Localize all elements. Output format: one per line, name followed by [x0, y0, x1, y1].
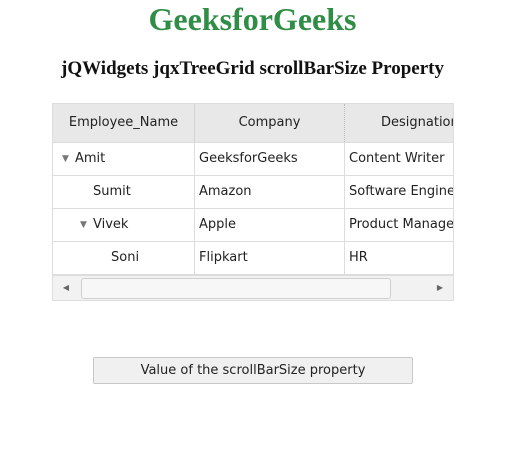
cell-company: Amazon — [195, 176, 345, 208]
cell-designation: HR — [349, 250, 368, 265]
tree-grid[interactable]: Employee_Name Company Designation ▼ Amit… — [52, 103, 454, 301]
page-title: GeeksforGeeks — [148, 1, 357, 37]
cell-employee-name: Sumit — [53, 176, 195, 208]
employee-name: Amit — [75, 151, 106, 166]
table-row[interactable]: ▼ Amit GeeksforGeeks Content Writer — [53, 143, 453, 176]
horizontal-scrollbar[interactable]: ◀ ▶ — [53, 275, 453, 300]
grid-header: Employee_Name Company Designation — [53, 104, 453, 143]
column-header-company[interactable]: Company — [195, 104, 345, 142]
triangle-left-icon[interactable]: ◀ — [55, 276, 77, 300]
table-row[interactable]: Soni Flipkart HR — [53, 242, 453, 275]
employee-name: Soni — [111, 250, 140, 265]
employee-name: Vivek — [93, 217, 129, 232]
employee-name: Sumit — [93, 184, 131, 199]
cell-company: Flipkart — [195, 242, 345, 274]
triangle-right-icon[interactable]: ▶ — [429, 276, 451, 300]
cell-designation: Product Manager — [349, 217, 453, 232]
cell-employee-name: ▼ Amit — [53, 143, 195, 175]
cell-designation: Content Writer — [349, 151, 445, 166]
cell-company: Apple — [195, 209, 345, 241]
column-header-designation[interactable]: Designation — [345, 104, 453, 142]
cell-company: GeeksforGeeks — [195, 143, 345, 175]
expand-toggle-icon[interactable]: ▼ — [80, 209, 87, 241]
expand-toggle-icon[interactable]: ▼ — [62, 143, 69, 175]
cell-designation: Software Engineer — [349, 184, 453, 199]
cell-employee-name: ▼ Vivek — [53, 209, 195, 241]
column-header-employee-name[interactable]: Employee_Name — [53, 104, 195, 142]
table-row[interactable]: ▼ Vivek Apple Product Manager — [53, 209, 453, 242]
scrollbarsize-button[interactable]: Value of the scrollBarSize property — [93, 357, 413, 384]
scrollbar-thumb[interactable] — [81, 278, 391, 299]
cell-employee-name: Soni — [53, 242, 195, 274]
page-subtitle: jQWidgets jqxTreeGrid scrollBarSize Prop… — [61, 58, 444, 79]
table-row[interactable]: Sumit Amazon Software Engineer — [53, 176, 453, 209]
